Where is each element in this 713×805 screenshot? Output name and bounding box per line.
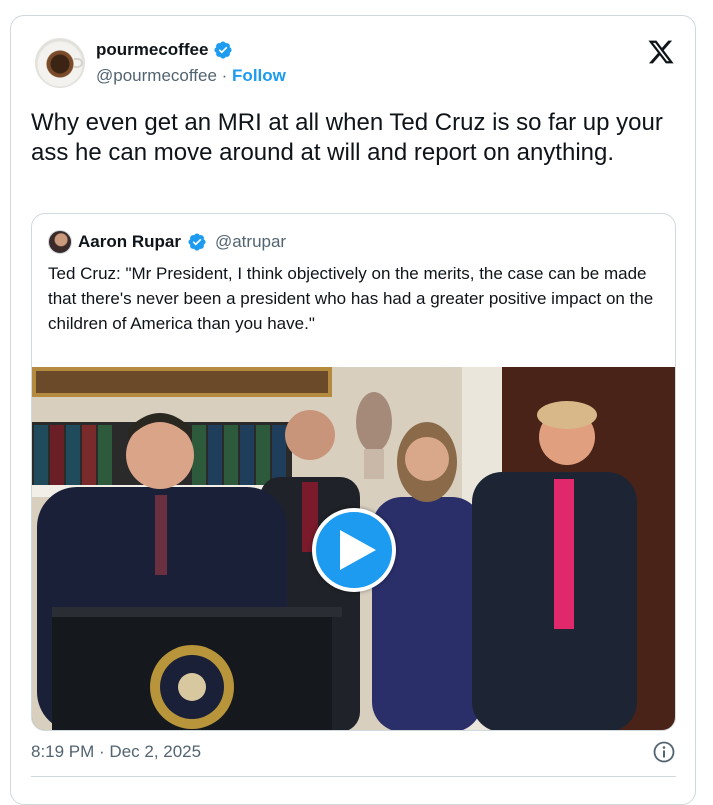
video-thumbnail[interactable] xyxy=(32,367,675,730)
info-icon[interactable] xyxy=(652,740,676,764)
quoted-tweet[interactable]: Aaron Rupar @atrupar Ted Cruz: "Mr Presi… xyxy=(31,213,676,731)
quoted-author-name[interactable]: Aaron Rupar xyxy=(78,232,181,252)
author-handle[interactable]: @pourmecoffee xyxy=(96,66,217,85)
quoted-tweet-header: Aaron Rupar @atrupar xyxy=(48,230,286,254)
handle-separator: · xyxy=(221,66,228,85)
verified-badge-icon xyxy=(188,233,206,251)
tweet-text: Why even get an MRI at all when Ted Cruz… xyxy=(31,109,663,166)
quoted-author-avatar[interactable] xyxy=(48,230,72,254)
play-button[interactable] xyxy=(312,508,396,592)
coffee-cup-icon xyxy=(74,58,83,68)
author-name-row: pourmecoffee xyxy=(96,40,233,60)
quoted-tweet-text: Ted Cruz: "Mr President, I think objecti… xyxy=(48,264,654,333)
tweet-timestamp[interactable]: 8:19 PM · Dec 2, 2025 xyxy=(31,742,201,762)
author-display-name[interactable]: pourmecoffee xyxy=(96,40,208,60)
footer-divider xyxy=(31,776,676,777)
tweet-footer: 8:19 PM · Dec 2, 2025 xyxy=(31,740,676,766)
play-icon xyxy=(339,530,376,570)
author-handle-row: @pourmecoffee · Follow xyxy=(96,66,286,86)
tweet-embed-card: pourmecoffee @pourmecoffee · Follow Why … xyxy=(10,15,696,805)
x-logo-icon[interactable] xyxy=(647,38,675,66)
follow-link[interactable]: Follow xyxy=(232,66,286,85)
author-avatar[interactable] xyxy=(35,38,85,88)
verified-badge-icon xyxy=(214,41,232,59)
quoted-author-handle[interactable]: @atrupar xyxy=(215,232,286,252)
tweet-header: pourmecoffee @pourmecoffee · Follow xyxy=(35,38,675,90)
